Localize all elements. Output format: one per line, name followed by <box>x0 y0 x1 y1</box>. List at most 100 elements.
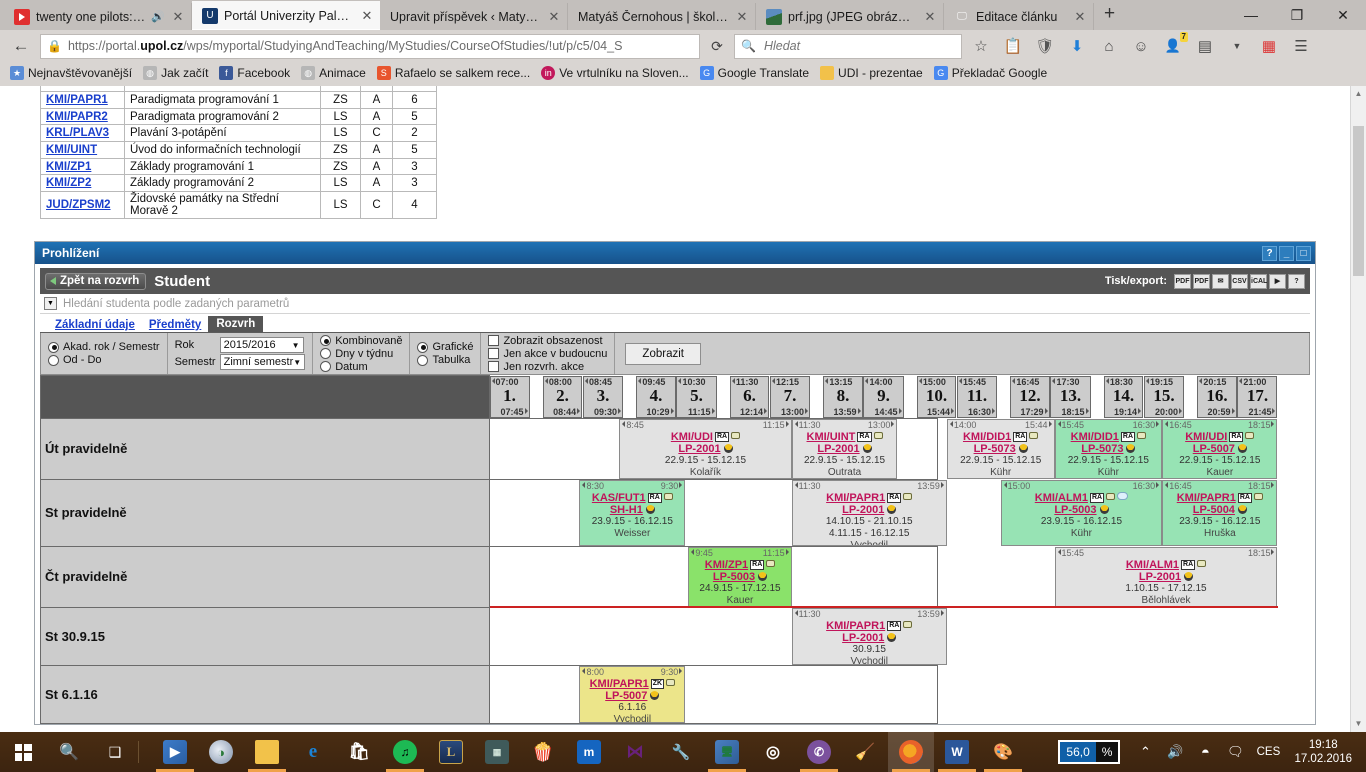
clock[interactable]: 19:18 17.02.2016 <box>1286 738 1360 766</box>
radio-graficke[interactable]: Grafické <box>417 341 473 353</box>
close-icon[interactable]: ✕ <box>735 9 749 25</box>
bookmark-item[interactable]: UDI - prezentae <box>816 65 927 81</box>
export-ical-icon[interactable]: iCAL <box>1250 273 1267 289</box>
note-bubble-icon[interactable] <box>1117 491 1129 500</box>
comment-bubble-icon[interactable] <box>1106 492 1116 500</box>
export-mail-icon[interactable]: ✉ <box>1212 273 1229 289</box>
bookmark-item[interactable]: f Facebook <box>215 65 294 81</box>
course-code-link[interactable]: KMI/UINT <box>46 144 97 156</box>
timetable-event[interactable]: 15:45 18:15 KMI/ALM1 RA LP-2001 1.10.15 - 17.… <box>1054 546 1278 607</box>
portlet-minimize-button[interactable]: _ <box>1279 245 1294 261</box>
close-icon[interactable]: ✕ <box>923 9 937 25</box>
pdf-extension-icon[interactable]: ▦ <box>1256 33 1282 59</box>
bookmark-item[interactable]: ◍ Animace <box>297 65 370 81</box>
search-taskbar-button[interactable]: 🔍 <box>46 732 92 772</box>
event-code-link[interactable]: KMI/DID1 <box>1071 431 1119 443</box>
event-code-link[interactable]: KMI/PAPR1 <box>826 492 885 504</box>
taskbar-item-daemon-tools[interactable]: ◑ <box>198 732 244 772</box>
event-room-link[interactable]: LP-2001 <box>1139 571 1181 583</box>
task-view-button[interactable]: ❑ <box>92 732 138 772</box>
menu-icon[interactable]: ☰ <box>1288 33 1314 59</box>
volume-icon[interactable]: 🔊 <box>1160 732 1190 772</box>
timetable-event[interactable]: 16:45 18:15 KMI/UDI RA LP-5007 22.9.15 - 15.1… <box>1162 418 1278 479</box>
notifications-icon[interactable]: 🗨 <box>1220 732 1250 772</box>
back-icon[interactable]: ← <box>8 33 34 59</box>
taskbar-item-paint[interactable]: 🎨 <box>980 732 1026 772</box>
taskbar-item-resource-hacker[interactable]: 🔧 <box>658 732 704 772</box>
shield-icon[interactable]: 🛡 <box>1032 33 1058 59</box>
event-code-link[interactable]: KMI/ALM1 <box>1126 559 1179 571</box>
person-icon[interactable] <box>1237 443 1247 453</box>
export-csv-icon[interactable]: CSV <box>1231 273 1248 289</box>
person-icon[interactable] <box>723 443 733 453</box>
event-code-link[interactable]: KMI/UINT <box>807 431 856 443</box>
timetable-event[interactable]: 11:30 13:00 KMI/UINT RA LP-2001 22.9.15 - 15.… <box>791 418 898 479</box>
event-room-link[interactable]: LP-5073 <box>1081 443 1123 455</box>
event-room-link[interactable]: LP-5003 <box>713 571 755 583</box>
restore-button[interactable]: ❐ <box>1274 7 1320 24</box>
minimize-button[interactable]: — <box>1228 7 1274 23</box>
close-window-button[interactable]: ✕ <box>1320 7 1366 24</box>
timetable-event[interactable]: 14:00 15:44 KMI/DID1 RA LP-5073 22.9.15 - 15.… <box>946 418 1055 479</box>
course-code-link[interactable]: JUD/ZPSM2 <box>46 199 111 211</box>
address-bar[interactable]: 🔒 https://portal.upol.cz/wps/myportal/St… <box>40 33 700 59</box>
scrollbar-thumb[interactable] <box>1353 126 1364 276</box>
browser-tab[interactable]: 🖵 Editace článku ✕ <box>944 3 1094 30</box>
close-icon[interactable]: ✕ <box>1073 9 1087 25</box>
taskbar-item-calculator[interactable]: ▦ <box>474 732 520 772</box>
course-code-link[interactable]: KMI/ZP1 <box>46 161 91 173</box>
year-select[interactable]: 2015/2016 ▼ <box>219 337 304 354</box>
chevron-up-icon[interactable]: ⌃ <box>1130 732 1160 772</box>
new-tab-button[interactable]: + <box>1094 3 1125 28</box>
event-room-link[interactable]: LP-5007 <box>1193 443 1235 455</box>
browser-tab[interactable]: Matyáš Černohous | škola, ... ✕ <box>568 3 756 30</box>
radio-akad-rok[interactable]: Akad. rok / Semestr <box>48 341 160 353</box>
chevron-down-icon[interactable]: ▼ <box>44 297 57 311</box>
export-pdf-icon[interactable]: PDF <box>1174 273 1191 289</box>
event-room-link[interactable]: LP-5007 <box>605 690 647 702</box>
checkbox-jen-rozvrh-akce[interactable]: Jen rozvrh. akce <box>488 361 607 373</box>
person-icon[interactable] <box>1126 443 1136 453</box>
search-input[interactable] <box>761 38 955 54</box>
comment-bubble-icon[interactable] <box>731 431 741 439</box>
course-code-link[interactable]: KMI/PAPR1 <box>46 94 108 106</box>
taskbar-item-firefox[interactable] <box>888 732 934 772</box>
tab-zakladni-udaje[interactable]: Základní údaje <box>48 318 142 332</box>
portlet-help-button[interactable]: ? <box>1262 245 1277 261</box>
checkbox-jen-akce-v-budoucnu[interactable]: Jen akce v budoucnu <box>488 348 607 360</box>
person-icon[interactable] <box>1099 504 1109 514</box>
help-icon[interactable]: ? <box>1288 273 1305 289</box>
comment-bubble-icon[interactable] <box>1029 431 1039 439</box>
scroll-down-icon[interactable]: ▼ <box>1351 716 1366 732</box>
person-icon[interactable] <box>645 504 655 514</box>
event-room-link[interactable]: LP-5004 <box>1193 504 1235 516</box>
sync-icon[interactable]: ◓ <box>1190 732 1220 772</box>
bookmark-item[interactable]: S Rafaelo se salkem rece... <box>373 65 534 81</box>
event-code-link[interactable]: KMI/UDI <box>1185 431 1227 443</box>
bookmark-item[interactable]: in Ve vrtulníku na Sloven... <box>537 65 692 81</box>
person-icon[interactable] <box>758 571 768 581</box>
close-icon[interactable]: ✕ <box>547 9 561 25</box>
zobrazit-button[interactable]: Zobrazit <box>625 342 701 365</box>
start-button[interactable] <box>0 732 46 772</box>
course-code-link[interactable]: KMI/ZP2 <box>46 177 91 189</box>
search-bar[interactable]: 🔍 <box>734 33 962 59</box>
person-icon[interactable] <box>1018 443 1028 453</box>
timetable-event[interactable]: 16:45 18:15 KMI/PAPR1 RA LP-5004 23.9.15 - 16… <box>1162 479 1278 546</box>
comment-bubble-icon[interactable] <box>1253 492 1263 500</box>
person-icon[interactable] <box>862 443 872 453</box>
event-code-link[interactable]: KMI/ZP1 <box>705 559 748 571</box>
portlet-maximize-button[interactable]: □ <box>1296 245 1311 261</box>
taskbar-item-file-explorer[interactable] <box>244 732 290 772</box>
export-pdf-settings-icon[interactable]: PDF <box>1193 273 1210 289</box>
back-to-schedule-button[interactable]: Zpět na rozvrh <box>45 272 147 290</box>
downloads-icon[interactable]: ⬇ <box>1064 33 1090 59</box>
page-scrollbar-vertical[interactable]: ▲ ▼ <box>1350 86 1366 732</box>
checkbox-zobrazit-obsazenost[interactable]: Zobrazit obsazenost <box>488 335 607 347</box>
language-indicator[interactable]: CES <box>1250 732 1286 772</box>
event-room-link[interactable]: LP-5003 <box>1054 504 1096 516</box>
reload-icon[interactable]: ⟳ <box>706 38 728 55</box>
comment-bubble-icon[interactable] <box>1137 431 1147 439</box>
event-room-link[interactable]: LP-2001 <box>678 443 720 455</box>
event-room-link[interactable]: LP-2001 <box>842 504 884 516</box>
